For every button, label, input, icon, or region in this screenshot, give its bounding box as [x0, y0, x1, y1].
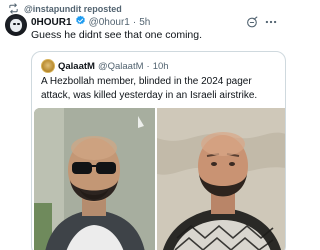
- quoted-post-card[interactable]: QalaatM @QalaatM · 10h A Hezbollah membe…: [31, 51, 286, 250]
- author-avatar[interactable]: [5, 14, 27, 36]
- quote-author-avatar[interactable]: [41, 59, 55, 73]
- photo-man-sunglasses[interactable]: [34, 108, 155, 250]
- quote-media-grid: [34, 108, 285, 250]
- quote-author-handle[interactable]: @QalaatM: [98, 61, 144, 72]
- quote-text: A Hezbollah member, blinded in the 2024 …: [41, 76, 258, 101]
- quote-meta-separator: ·: [146, 60, 150, 72]
- more-icon[interactable]: [264, 15, 278, 29]
- repost-indicator[interactable]: @instapundit reposted: [8, 2, 122, 15]
- quote-author-line: QalaatM @QalaatM · 10h: [41, 59, 169, 73]
- repost-label: @instapundit reposted: [24, 4, 122, 14]
- quote-author-name[interactable]: QalaatM: [58, 61, 95, 72]
- verified-badge-icon: [75, 15, 86, 29]
- meta-separator: ·: [132, 16, 137, 28]
- post-time[interactable]: 5h: [139, 17, 150, 28]
- author-line: 0HOUR1 @0hour1 · 5h: [31, 15, 150, 29]
- photo-man-keffiyeh[interactable]: [157, 108, 285, 250]
- quote-time[interactable]: 10h: [153, 61, 169, 72]
- post-text: Guess he didnt see that one coming.: [31, 29, 203, 41]
- author-handle[interactable]: @0hour1: [89, 17, 130, 28]
- grok-icon[interactable]: [245, 15, 259, 29]
- author-name[interactable]: 0HOUR1: [31, 17, 72, 28]
